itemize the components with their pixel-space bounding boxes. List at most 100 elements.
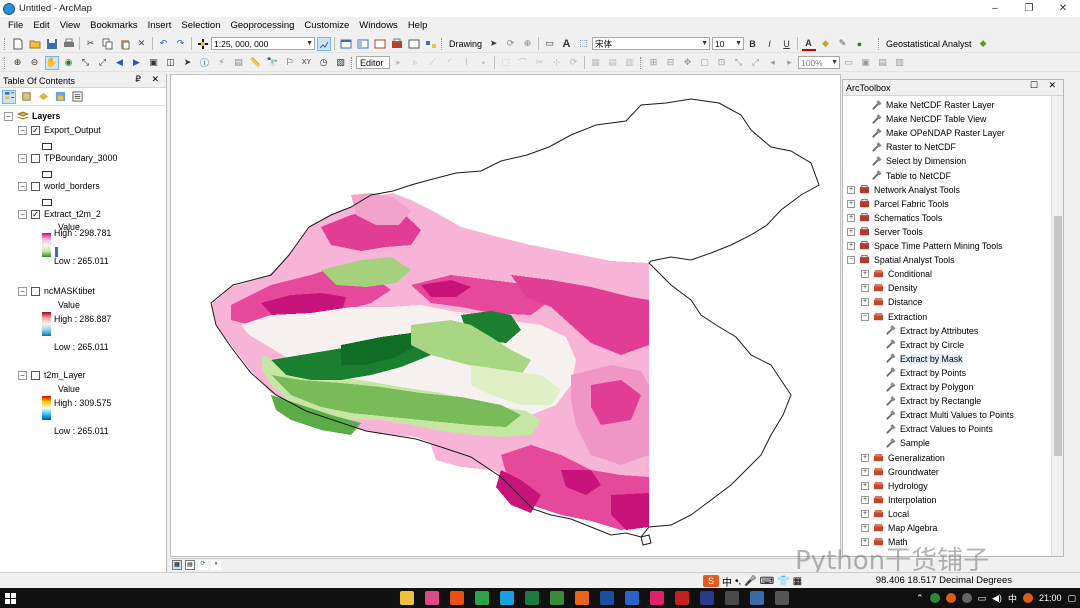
legend-ramp[interactable] <box>42 312 51 340</box>
toolbox-item-sample[interactable]: Sample <box>885 436 930 450</box>
forward-extent-icon[interactable]: ▶ <box>130 56 144 70</box>
layer-visibility-checkbox[interactable] <box>31 181 40 191</box>
go-to-xy-icon[interactable]: XY <box>300 56 314 70</box>
arctoolbox-icon[interactable] <box>390 37 404 51</box>
underline-button[interactable]: U <box>780 37 794 51</box>
layout-zoom-out-icon[interactable]: ⊟ <box>664 56 678 70</box>
file-explorer-icon[interactable] <box>399 591 414 605</box>
expand-icon[interactable]: + <box>861 481 869 490</box>
zoom-to-selected-icon[interactable]: ⊕ <box>521 37 535 51</box>
layer-visibility-checkbox[interactable] <box>31 153 40 163</box>
layers-root[interactable]: − Layers <box>4 109 60 123</box>
focus-data-frame-icon[interactable]: ▣ <box>859 56 873 70</box>
firefox-icon[interactable] <box>574 591 589 605</box>
polygon-symbol-icon[interactable] <box>42 170 52 178</box>
toolbox-item-groundwater[interactable]: + Groundwater <box>861 465 939 479</box>
expand-icon[interactable]: + <box>847 213 855 222</box>
python-window-icon[interactable] <box>407 37 421 51</box>
toolbox-item-make-netcdf-table-view[interactable]: Make NetCDF Table View <box>871 112 986 126</box>
select-elements-icon[interactable]: ➤ <box>487 37 501 51</box>
app-blue-icon[interactable] <box>624 591 639 605</box>
fixed-zoom-out-icon[interactable]: ⤢ <box>96 56 110 70</box>
toolbox-item-spatial-analyst-tools[interactable]: − Spatial Analyst Tools <box>847 253 955 267</box>
ime-mic-icon[interactable]: 🎤 <box>744 576 756 587</box>
clock[interactable]: 21:00 <box>1039 593 1062 603</box>
add-data-icon[interactable] <box>196 37 210 51</box>
netease-icon[interactable] <box>674 591 689 605</box>
toc-window-controls[interactable]: ₽ ✕ <box>135 74 163 85</box>
layer-export-output[interactable]: − ✓ Export_Output <box>18 123 101 137</box>
list-by-source-icon[interactable] <box>19 90 33 104</box>
minimize-button[interactable]: – <box>978 0 1012 17</box>
excel-icon[interactable] <box>524 591 539 605</box>
find-icon[interactable]: 🔭 <box>266 56 280 70</box>
menu-insert[interactable]: Insert <box>143 17 177 34</box>
toolbox-item-space-time-pattern-mining-tools[interactable]: + Space Time Pattern Mining Tools <box>847 239 1002 253</box>
expand-icon[interactable]: + <box>861 270 869 279</box>
expand-icon[interactable]: + <box>847 185 855 194</box>
find-route-icon[interactable]: ⚐ <box>283 56 297 70</box>
ime-skin-icon[interactable]: 👕 <box>777 576 789 587</box>
toolbox-item-interpolation[interactable]: + Interpolation <box>861 493 936 507</box>
zoom-in-icon[interactable]: ⊕ <box>11 56 25 70</box>
layer-t2m-layer[interactable]: − t2m_Layer <box>18 368 86 382</box>
arctoolbox-scrollbar[interactable] <box>1051 96 1063 556</box>
toolbox-item-extract-by-polygon[interactable]: Extract by Polygon <box>885 380 973 394</box>
menu-geoprocessing[interactable]: Geoprocessing <box>225 17 299 34</box>
bold-button[interactable]: B <box>746 37 760 51</box>
tray-app-icon[interactable] <box>961 593 972 603</box>
italic-button[interactable]: I <box>763 37 777 51</box>
layer-visibility-checkbox[interactable]: ✓ <box>31 125 40 135</box>
toolbox-item-extract-by-rectangle[interactable]: Extract by Rectangle <box>885 394 981 408</box>
tray-app-icon[interactable] <box>929 593 940 603</box>
change-layout-icon[interactable]: ▤ <box>876 56 890 70</box>
font-size-select[interactable]: 10 ▼ <box>712 37 745 50</box>
rectangle-icon[interactable]: ▭ <box>543 37 557 51</box>
tray-expand-icon[interactable]: ⌃ <box>916 593 924 604</box>
layer-tpboundary[interactable]: − TPBoundary_3000 <box>18 151 117 165</box>
fill-color-icon[interactable]: ◆ <box>819 37 833 51</box>
toolbox-item-extraction[interactable]: − Extraction <box>861 310 927 324</box>
polygon-symbol-icon[interactable] <box>42 142 52 150</box>
toolbox-item-extract-multi-values-to-points[interactable]: Extract Multi Values to Points <box>885 408 1014 422</box>
toolbox-item-generalization[interactable]: + Generalization <box>861 451 945 465</box>
expand-icon[interactable]: + <box>861 467 869 476</box>
save-icon[interactable] <box>45 37 59 51</box>
pause-drawing-button[interactable]: ⏸ <box>211 560 221 570</box>
color-ramp-swatch[interactable] <box>42 396 51 420</box>
list-by-selection-icon[interactable] <box>53 90 67 104</box>
maximize-button[interactable]: ❐ <box>1012 0 1046 17</box>
cut-icon[interactable]: ✂ <box>84 37 98 51</box>
toolbox-item-local[interactable]: + Local <box>861 507 909 521</box>
toolbox-item-extract-by-attributes[interactable]: Extract by Attributes <box>885 324 978 338</box>
toolbox-item-select-by-dimension[interactable]: Select by Dimension <box>871 154 966 168</box>
select-features-icon[interactable]: ▣ <box>147 56 161 70</box>
toggle-draft-icon[interactable]: ▭ <box>842 56 856 70</box>
layer-world-borders[interactable]: − world_borders <box>18 179 100 193</box>
create-viewer-icon[interactable]: ▧ <box>334 56 348 70</box>
measure-icon[interactable]: 📏 <box>249 56 263 70</box>
zoom-out-icon[interactable]: ⊖ <box>28 56 42 70</box>
select-element-icon[interactable]: ➤ <box>181 56 195 70</box>
menu-customize[interactable]: Customize <box>299 17 354 34</box>
expand-icon[interactable]: + <box>861 509 869 518</box>
modelbuilder-icon[interactable] <box>424 37 438 51</box>
print-icon[interactable] <box>62 37 76 51</box>
drawing-menu[interactable]: Drawing <box>446 39 485 49</box>
layer-extract-t2m-2[interactable]: − ✓ Extract_t2m_2 <box>18 207 101 221</box>
notifications-icon[interactable]: ▢ <box>1067 593 1076 604</box>
toolbox-item-density[interactable]: + Density <box>861 281 917 295</box>
back-extent-icon[interactable]: ◀ <box>113 56 127 70</box>
layer-visibility-checkbox[interactable]: ✓ <box>31 209 40 219</box>
expand-icon[interactable]: + <box>861 524 869 532</box>
menu-bookmarks[interactable]: Bookmarks <box>85 17 143 34</box>
menu-file[interactable]: File <box>3 17 28 34</box>
delete-icon[interactable]: ✕ <box>135 37 149 51</box>
toolbox-item-server-tools[interactable]: + Server Tools <box>847 225 923 239</box>
baidu-netdisk-icon[interactable] <box>599 591 614 605</box>
toolbox-item-conditional[interactable]: + Conditional <box>861 267 932 281</box>
expand-icon[interactable]: + <box>847 227 855 236</box>
collapse-icon[interactable]: − <box>18 370 27 380</box>
browser-icon[interactable] <box>499 591 514 605</box>
line-color-icon[interactable]: ✎ <box>836 37 850 51</box>
